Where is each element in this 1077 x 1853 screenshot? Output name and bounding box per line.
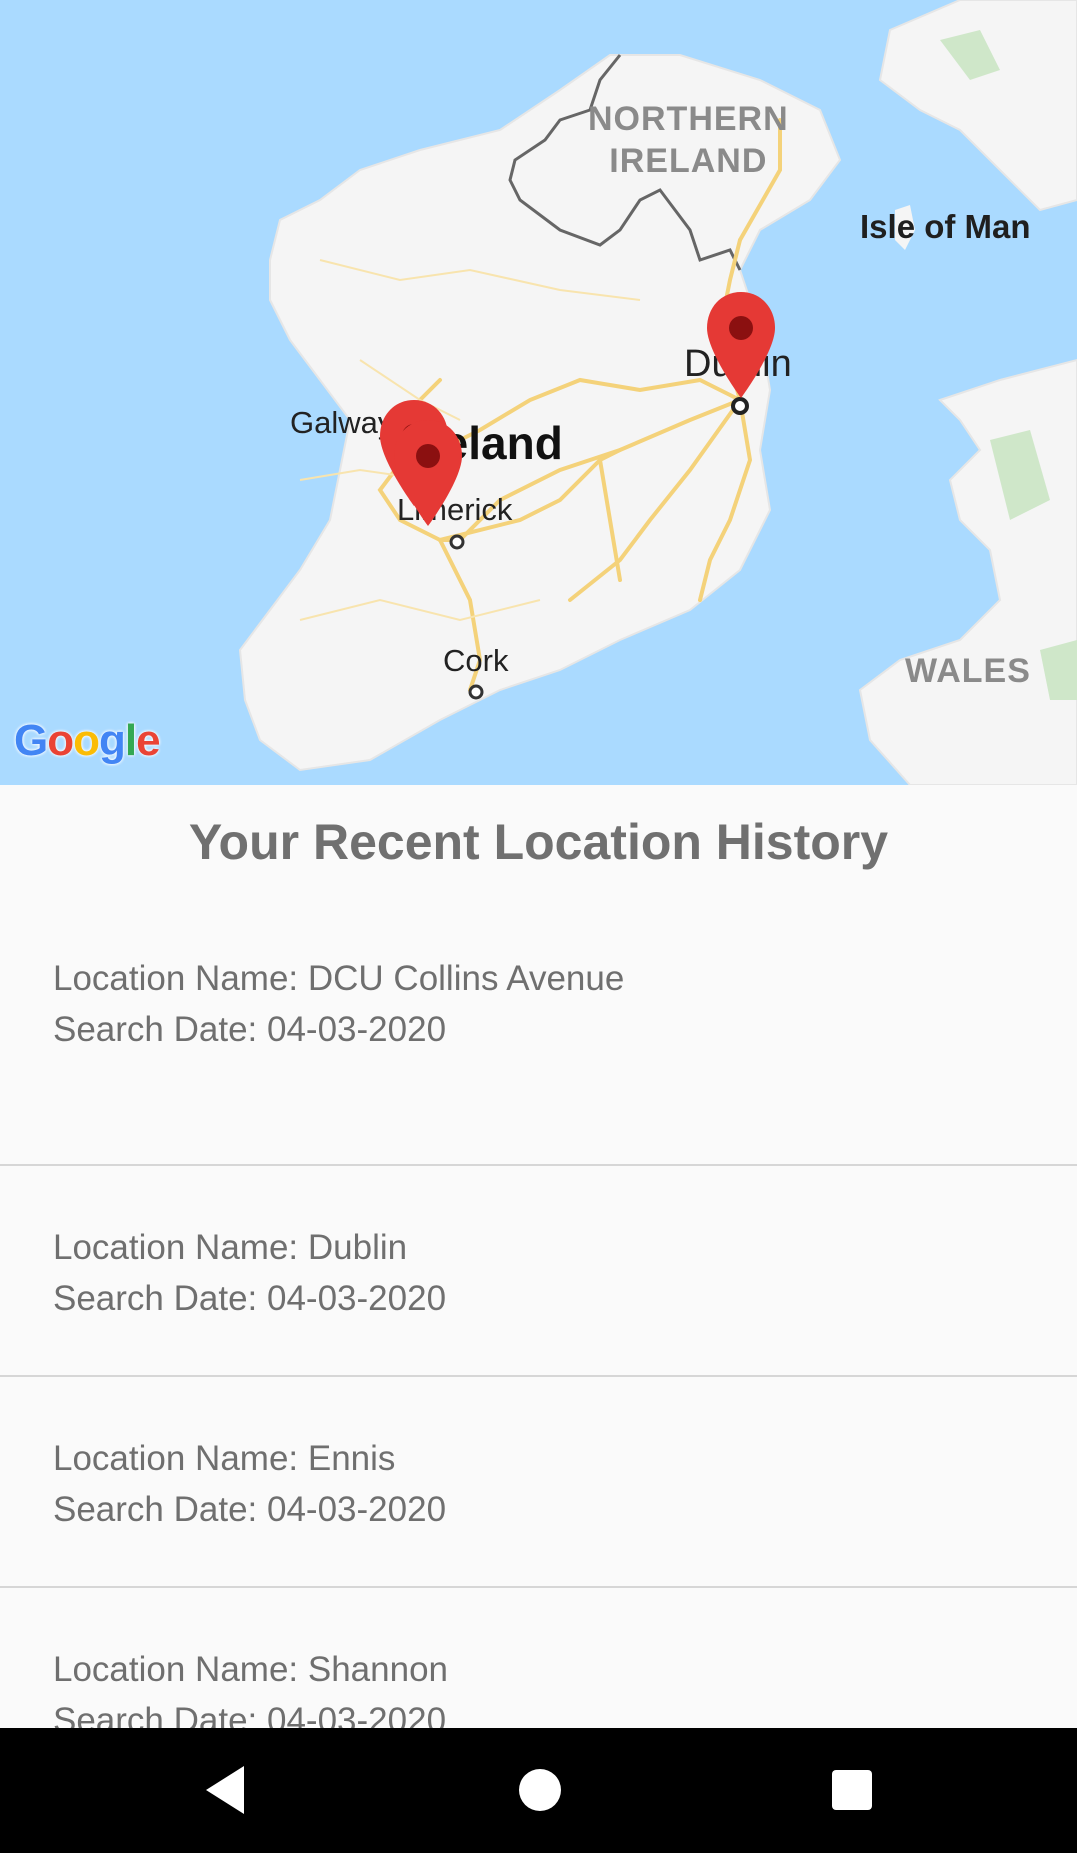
search-date: Search Date: 04-03-2020 (53, 1010, 447, 1049)
location-name: Location Name: DCU Collins Avenue (53, 959, 625, 998)
label-wales: WALES (905, 652, 1031, 690)
label-cork: Cork (443, 643, 509, 678)
map-view[interactable]: NORTHERN IRELAND Isle of Man Dublin Galw… (0, 0, 1077, 785)
location-name: Location Name: Dublin (53, 1228, 408, 1267)
gb-landmass (858, 358, 1077, 785)
system-navigation-bar (0, 1728, 1077, 1853)
list-item[interactable]: Location Name: Shannon Search Date: 04-0… (0, 1588, 1077, 1728)
dublin-dot (731, 397, 749, 415)
location-name: Location Name: Ennis (53, 1439, 396, 1478)
map-marker-dublin[interactable] (705, 290, 777, 400)
history-title: Your Recent Location History (188, 814, 889, 870)
history-list: Location Name: DCU Collins Avenue Search… (0, 955, 1077, 1728)
map-marker-limerick[interactable] (392, 418, 464, 528)
list-item[interactable]: Location Name: Dublin Search Date: 04-03… (0, 1166, 1077, 1377)
back-icon[interactable] (196, 1760, 256, 1820)
google-logo: Google (14, 716, 161, 765)
recents-icon[interactable] (822, 1760, 882, 1820)
list-item[interactable]: Location Name: Ennis Search Date: 04-03-… (0, 1377, 1077, 1588)
location-name: Location Name: Shannon (53, 1650, 448, 1689)
label-isle-of-man: Isle of Man (860, 208, 1031, 245)
search-date: Search Date: 04-03-2020 (53, 1701, 447, 1728)
limerick-dot (449, 534, 465, 550)
label-northern-ireland: NORTHERN IRELAND (588, 100, 789, 180)
cork-dot (468, 684, 484, 700)
list-item[interactable]: Location Name: DCU Collins Avenue Search… (0, 955, 1077, 1166)
home-icon[interactable] (510, 1760, 570, 1820)
search-date: Search Date: 04-03-2020 (53, 1279, 447, 1318)
search-date: Search Date: 04-03-2020 (53, 1490, 447, 1529)
location-history-panel: Your Recent Location History Location Na… (0, 785, 1077, 1728)
